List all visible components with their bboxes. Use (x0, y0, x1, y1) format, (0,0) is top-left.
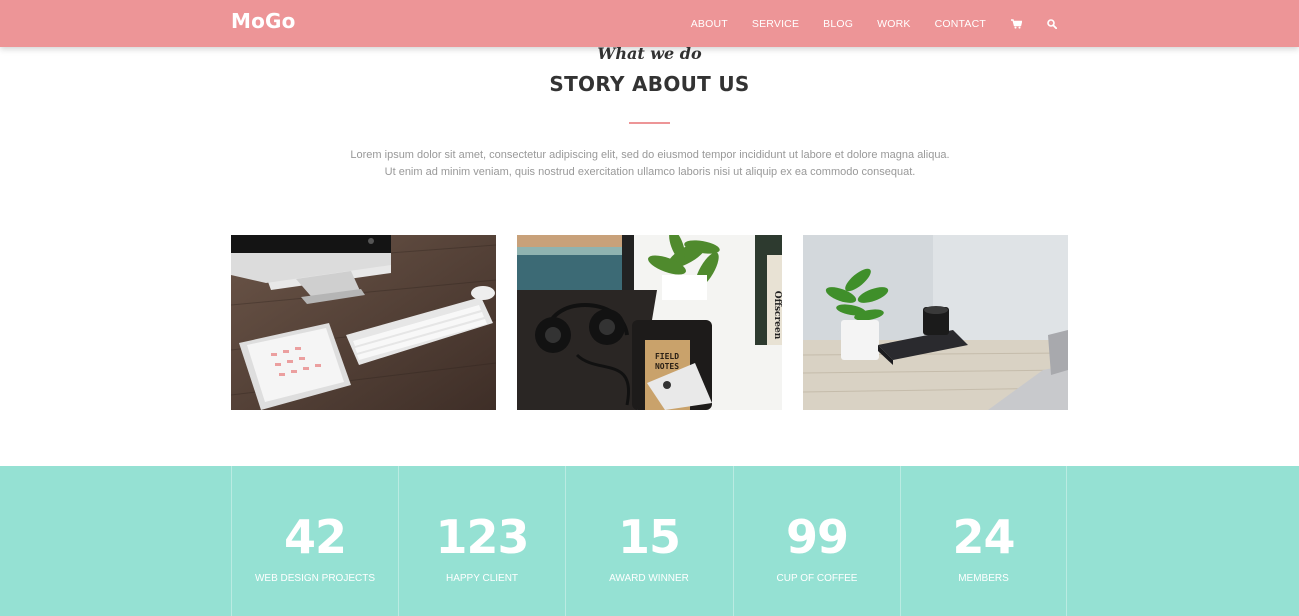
title-divider (629, 122, 670, 124)
stat-members: 24 MEMBERS (900, 466, 1067, 616)
stat-label: AWARD WINNER (609, 573, 689, 584)
nav-item-blog[interactable]: BLOG (823, 18, 853, 30)
stat-label: WEB DESIGN PROJECTS (254, 573, 375, 584)
nav-item-contact[interactable]: CONTACT (935, 18, 986, 30)
stat-cup-of-coffee: 99 CUP OF COFFEE (733, 466, 900, 616)
stat-happy-client: 123 HAPPY CLIENT (398, 466, 565, 616)
header-bar: MoGo ABOUT SERVICE BLOG WORK CONTACT (0, 0, 1299, 47)
photo-desk-imac[interactable] (231, 235, 496, 410)
section-description: Lorem ipsum dolor sit amet, consectetur … (300, 147, 1000, 181)
stat-number: 42 (283, 510, 347, 564)
nav-item-service[interactable]: SERVICE (752, 18, 799, 30)
stat-number: 99 (785, 510, 849, 564)
stat-label: CUP OF COFFEE (776, 573, 858, 584)
logo[interactable]: MoGo (231, 9, 296, 33)
stats-section: 42 WEB DESIGN PROJECTS 123 HAPPY CLIENT … (0, 466, 1299, 616)
photo-plant-camera[interactable] (803, 235, 1068, 410)
main-nav: ABOUT SERVICE BLOG WORK CONTACT (667, 0, 1058, 47)
stat-label: MEMBERS (958, 573, 1009, 584)
description-line-2: Ut enim ad minim veniam, quis nostrud ex… (384, 166, 916, 178)
notebook-text-1: FIELD (655, 352, 679, 361)
notebook-text-2: NOTES (655, 362, 679, 371)
stat-award-winner: 15 AWARD WINNER (565, 466, 732, 616)
stat-number: 24 (952, 510, 1015, 564)
search-icon[interactable] (1046, 18, 1058, 30)
nav-item-about[interactable]: ABOUT (691, 18, 728, 30)
section-title: STORY ABOUT US (549, 72, 750, 96)
description-line-1: Lorem ipsum dolor sit amet, consectetur … (350, 149, 950, 161)
photo-headphones-notebook[interactable]: Offscreen FIELD NOTES (517, 235, 782, 410)
stat-number: 123 (435, 510, 529, 564)
cart-icon[interactable] (1010, 18, 1022, 30)
stat-web-design-projects: 42 WEB DESIGN PROJECTS (231, 466, 398, 616)
book-spine-text: Offscreen (772, 291, 782, 340)
stat-label: HAPPY CLIENT (445, 573, 519, 584)
stat-number: 15 (617, 510, 681, 564)
nav-item-work[interactable]: WORK (877, 18, 910, 30)
